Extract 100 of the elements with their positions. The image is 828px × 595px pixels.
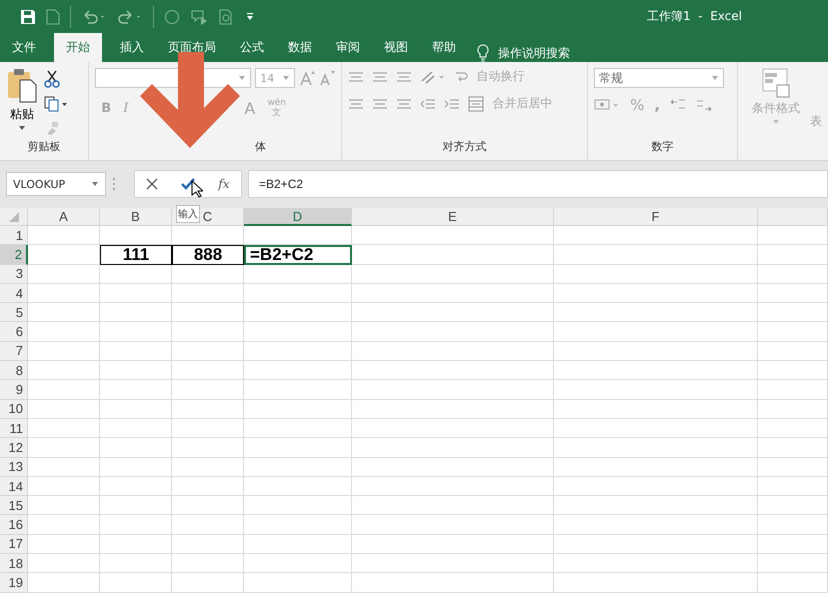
grow-font-icon[interactable] [299,70,316,86]
ribbon-tab[interactable]: 数据 [276,33,324,62]
row-header[interactable]: 11 [0,418,28,438]
more-options-icon[interactable] [112,177,116,191]
table-cell[interactable] [172,226,244,246]
table-cell[interactable] [172,303,244,322]
number-format-field[interactable]: 常规 [594,68,724,88]
tell-me-field[interactable]: 操作说明搜索 [498,44,570,62]
circle-icon[interactable] [164,8,180,24]
row-header[interactable]: 14 [0,476,28,496]
align-lines-icon[interactable] [348,96,364,110]
table-cell[interactable] [758,400,828,419]
check-icon[interactable] [181,178,196,190]
table-cell[interactable] [352,573,554,593]
table-cell[interactable] [758,476,828,496]
table-cell[interactable] [554,534,758,554]
row-header[interactable]: 16 [0,515,28,535]
table-cell[interactable]: 888 [172,245,244,265]
align-lines-icon[interactable] [372,70,388,84]
table-cell[interactable] [758,284,828,304]
table-cell[interactable] [554,458,758,477]
column-header[interactable] [758,208,828,226]
table-cell[interactable] [28,534,100,554]
align-lines-icon[interactable] [396,70,412,84]
column-header[interactable]: E [352,208,554,226]
table-cell[interactable] [758,303,828,322]
table-cell[interactable] [352,322,554,342]
table-cell[interactable] [758,534,828,554]
ribbon-tab[interactable]: 公式 [228,33,276,62]
row-header[interactable]: 6 [0,322,28,342]
table-cell[interactable] [100,554,172,574]
formula-field[interactable]: =B2+C2 [248,170,828,198]
row-header[interactable]: 13 [0,458,28,477]
table-cell[interactable] [758,573,828,593]
row-header[interactable]: 4 [0,284,28,304]
table-cell[interactable] [28,342,100,362]
play-icon[interactable] [190,8,208,24]
table-cell[interactable] [352,515,554,535]
table-cell[interactable] [100,322,172,342]
row-header[interactable]: 9 [0,380,28,400]
ribbon-tab[interactable]: 视图 [372,33,420,62]
table-cell[interactable] [244,515,352,535]
table-cell[interactable] [28,573,100,593]
table-cell[interactable] [172,458,244,477]
table-cell[interactable] [352,284,554,304]
row-header[interactable]: 15 [0,496,28,516]
table-cell[interactable] [244,342,352,362]
table-cell[interactable] [554,438,758,458]
table-cell[interactable] [758,322,828,342]
align-lines-icon[interactable] [396,96,412,110]
table-cell[interactable] [758,496,828,516]
table-cell[interactable] [554,361,758,380]
table-cell[interactable] [244,322,352,342]
table-cell[interactable] [244,361,352,380]
table-cell[interactable] [352,554,554,574]
table-cell[interactable] [172,554,244,574]
column-header[interactable]: D [244,208,352,226]
table-cell[interactable] [28,458,100,477]
customize-icon[interactable] [244,10,256,22]
table-cell[interactable] [554,418,758,438]
ribbon-tab[interactable]: 页面布局 [156,33,228,62]
table-cell[interactable] [28,245,100,265]
table-cell[interactable] [758,418,828,438]
ribbon-tab[interactable]: 帮助 [420,33,468,62]
table-cell[interactable] [554,515,758,535]
table-cell[interactable] [244,458,352,477]
table-cell[interactable] [352,400,554,419]
table-cell[interactable] [758,554,828,574]
print-preview-icon[interactable] [218,8,234,24]
table-cell[interactable] [28,303,100,322]
table-cell[interactable] [28,438,100,458]
table-cell[interactable] [100,438,172,458]
new-file-icon[interactable] [46,8,60,24]
table-cell[interactable] [554,342,758,362]
table-cell[interactable] [244,534,352,554]
merge-cells-icon[interactable] [468,96,484,112]
align-lines-icon[interactable] [372,96,388,110]
table-cell[interactable] [758,458,828,477]
table-cell[interactable] [28,361,100,380]
table-cell[interactable] [554,303,758,322]
row-header[interactable]: 12 [0,438,28,458]
column-header[interactable]: A [28,208,100,226]
table-cell[interactable] [352,361,554,380]
table-cell[interactable] [244,264,352,284]
table-cell[interactable] [172,322,244,342]
table-cell[interactable] [28,496,100,516]
table-cell[interactable] [244,476,352,496]
table-cell[interactable] [554,554,758,574]
table-cell[interactable] [100,573,172,593]
row-header[interactable]: 18 [0,554,28,574]
conditional-format-icon[interactable] [762,68,790,98]
table-cell[interactable] [352,476,554,496]
table-cell[interactable] [554,400,758,419]
column-header[interactable]: B [100,208,172,226]
table-cell[interactable] [244,226,352,246]
table-cell[interactable] [352,458,554,477]
row-header[interactable]: 2 [0,245,28,265]
dropdown-caret-icon[interactable] [18,125,26,131]
save-icon[interactable] [20,8,36,24]
table-cell[interactable] [28,515,100,535]
